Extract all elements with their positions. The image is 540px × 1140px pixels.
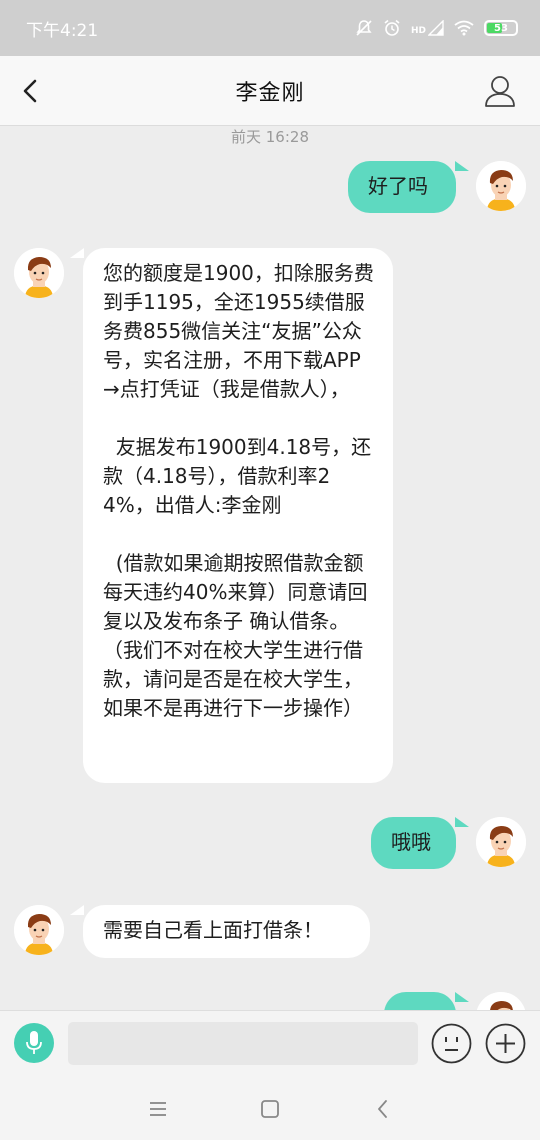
sent-message-bubble[interactable] bbox=[384, 992, 456, 1010]
sent-message-bubble[interactable]: 哦哦 bbox=[371, 817, 456, 869]
avatar-icon bbox=[14, 905, 64, 955]
signal-icon: HD bbox=[411, 20, 444, 36]
network-label: HD bbox=[410, 26, 426, 36]
contact-name: 李金刚 bbox=[235, 80, 305, 106]
voice-button[interactable] bbox=[14, 1023, 54, 1063]
bubble-tail bbox=[70, 248, 84, 258]
avatar-icon bbox=[14, 248, 64, 298]
home-square-icon bbox=[261, 1100, 279, 1118]
avatar[interactable] bbox=[476, 161, 526, 211]
battery-level: 53 bbox=[494, 22, 508, 34]
wifi-icon bbox=[454, 20, 474, 36]
received-message-bubble[interactable]: 您的额度是1900，扣除服务费到手1195，全还1955续借服务费855微信关注… bbox=[83, 248, 393, 783]
avatar[interactable] bbox=[14, 248, 64, 298]
avatar-icon bbox=[476, 817, 526, 867]
emoji-icon bbox=[431, 1023, 472, 1064]
message-text: 需要自己看上面打借条！ bbox=[103, 918, 323, 942]
sent-message-bubble[interactable]: 好了吗 bbox=[348, 161, 456, 213]
bubble-tail bbox=[455, 992, 469, 1002]
status-time: 下午4:21 bbox=[26, 20, 99, 41]
battery-icon: 53 bbox=[484, 20, 518, 36]
avatar[interactable] bbox=[476, 992, 526, 1010]
person-icon bbox=[485, 76, 515, 107]
received-message-bubble[interactable]: 需要自己看上面打借条！ bbox=[83, 905, 370, 958]
profile-button[interactable] bbox=[484, 74, 516, 108]
message-input[interactable] bbox=[68, 1022, 418, 1065]
status-icons: HD 53 bbox=[355, 19, 518, 37]
bubble-tail bbox=[455, 817, 469, 827]
emoji-button[interactable] bbox=[431, 1023, 472, 1064]
system-nav-bar bbox=[0, 1076, 540, 1140]
input-bar bbox=[0, 1010, 540, 1076]
avatar-icon bbox=[476, 992, 526, 1010]
message-text: 您的额度是1900，扣除服务费到手1195，全还1955续借服务费855微信关注… bbox=[103, 261, 374, 720]
system-back-button[interactable] bbox=[372, 1098, 394, 1120]
recent-apps-button[interactable] bbox=[147, 1098, 169, 1120]
back-chevron-icon bbox=[378, 1100, 387, 1118]
avatar[interactable] bbox=[476, 817, 526, 867]
message-list[interactable]: 前天 16:28 好了吗 您的额度是1900，扣除服务费到手1195，全还195… bbox=[0, 127, 540, 1010]
home-button[interactable] bbox=[259, 1098, 281, 1120]
message-text: 哦哦 bbox=[391, 830, 431, 854]
avatar[interactable] bbox=[14, 905, 64, 955]
menu-icon bbox=[150, 1102, 166, 1116]
mute-icon bbox=[355, 19, 373, 37]
back-button[interactable] bbox=[18, 76, 46, 106]
plus-icon bbox=[485, 1023, 526, 1064]
message-timestamp: 前天 16:28 bbox=[231, 128, 309, 146]
chevron-left-icon bbox=[23, 79, 37, 103]
alarm-icon bbox=[383, 19, 401, 37]
message-text: 好了吗 bbox=[368, 174, 428, 198]
more-button[interactable] bbox=[485, 1023, 526, 1064]
bubble-tail bbox=[455, 161, 469, 171]
microphone-icon bbox=[26, 1031, 42, 1054]
avatar-icon bbox=[476, 161, 526, 211]
status-bar: 下午4:21 HD 53 bbox=[0, 0, 540, 56]
bubble-tail bbox=[70, 905, 84, 915]
chat-header: 李金刚 bbox=[0, 56, 540, 126]
